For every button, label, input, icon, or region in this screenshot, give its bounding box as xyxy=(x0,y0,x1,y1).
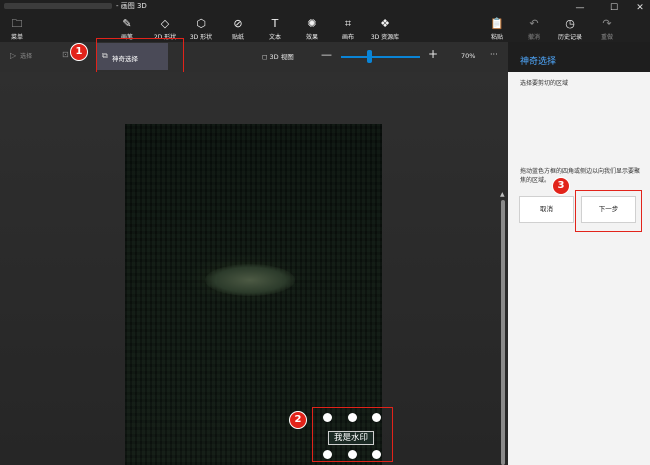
tool-effects[interactable]: ✺ 效果 xyxy=(295,17,329,41)
effects-icon: ✺ xyxy=(307,17,317,30)
paste-icon: 📋 xyxy=(490,17,504,30)
redo-icon: ↷ xyxy=(602,17,612,30)
paste-button[interactable]: 📋 粘贴 xyxy=(480,17,514,41)
tool-label: 效果 xyxy=(305,34,318,41)
tool-3d-shapes[interactable]: ⬡ 3D 形状 xyxy=(184,17,218,41)
app-title: - 画图 3D xyxy=(116,2,147,10)
canvas-icon: ⌗ xyxy=(344,17,352,30)
window-title: - 画图 3D xyxy=(0,1,200,13)
maximize-button[interactable]: ☐ xyxy=(602,0,626,16)
panel-title: 神奇选择 xyxy=(520,57,557,67)
tool-label: 贴纸 xyxy=(231,34,244,41)
tool-3d-library[interactable]: ❖ 3D 资源库 xyxy=(368,17,402,41)
sticker-icon: ⊘ xyxy=(233,17,243,30)
redo-button[interactable]: ↷ 重做 xyxy=(590,17,624,41)
minimize-button[interactable]: — xyxy=(568,0,592,16)
tool-label: 画布 xyxy=(341,34,354,41)
menu-label: 菜单 xyxy=(10,34,23,41)
blurred-filename xyxy=(4,3,112,9)
select-label: 选择 xyxy=(20,53,33,60)
action-label: 历史记录 xyxy=(557,34,582,41)
text-icon: T xyxy=(271,17,279,30)
tool-canvas[interactable]: ⌗ 画布 xyxy=(331,17,365,41)
scroll-up-arrow[interactable]: ▲ xyxy=(500,191,505,198)
pointer-icon: ▷ xyxy=(10,51,17,60)
action-label: 粘贴 xyxy=(490,34,503,41)
annotation-box-2 xyxy=(312,407,393,462)
history-button[interactable]: ◷ 历史记录 xyxy=(553,17,587,41)
close-button[interactable]: ✕ xyxy=(628,0,650,16)
panel-hint: 拖动蓝色方框的四角或侧边以向我们显示要聚焦的区域。 xyxy=(520,168,641,184)
annotation-badge-1: 1 xyxy=(70,43,88,61)
folder-icon: 🗀 xyxy=(11,17,23,30)
vertical-scrollbar[interactable] xyxy=(501,200,505,465)
zoom-in-button[interactable]: + xyxy=(428,47,438,61)
brush-icon: ✎ xyxy=(122,17,132,30)
tool-text[interactable]: T 文本 xyxy=(258,17,292,41)
undo-icon: ↶ xyxy=(529,17,539,30)
zoom-out-button[interactable]: — xyxy=(321,48,332,61)
more-options-button[interactable]: ··· xyxy=(490,50,498,59)
action-label: 撤消 xyxy=(527,34,540,41)
zoom-level: 70% xyxy=(461,52,476,60)
panel-description: 选择要剪切的区域 xyxy=(520,80,569,87)
photo-clearing xyxy=(205,264,295,296)
zoom-slider-thumb[interactable] xyxy=(367,50,372,63)
2d-shapes-icon: ◇ xyxy=(160,17,170,30)
tool-label: 3D 资源库 xyxy=(370,34,400,41)
menu-button[interactable]: 🗀 菜单 xyxy=(0,17,34,41)
annotation-badge-3: 3 xyxy=(552,177,570,195)
annotation-box-3 xyxy=(575,190,642,232)
tool-label: 文本 xyxy=(268,34,281,41)
history-icon: ◷ xyxy=(565,17,575,30)
crop-icon: ⊡ xyxy=(62,50,69,59)
3d-view-icon: ◻ xyxy=(262,53,268,61)
cancel-button[interactable]: 取消 xyxy=(519,196,574,223)
annotation-badge-2: 2 xyxy=(289,411,307,429)
undo-button[interactable]: ↶ 撤消 xyxy=(517,17,551,41)
3d-library-icon: ❖ xyxy=(380,17,390,30)
3d-view-button[interactable]: ◻ 3D 视图 xyxy=(262,51,294,61)
3d-view-label: 3D 视图 xyxy=(269,53,294,61)
action-label: 重做 xyxy=(600,34,613,41)
tool-stickers[interactable]: ⊘ 贴纸 xyxy=(221,17,255,41)
tool-label: 3D 形状 xyxy=(189,34,213,41)
3d-shapes-icon: ⬡ xyxy=(196,17,206,30)
magic-select-panel xyxy=(508,42,650,465)
select-button[interactable]: ▷ 选择 xyxy=(10,51,32,60)
zoom-slider[interactable] xyxy=(341,56,420,58)
